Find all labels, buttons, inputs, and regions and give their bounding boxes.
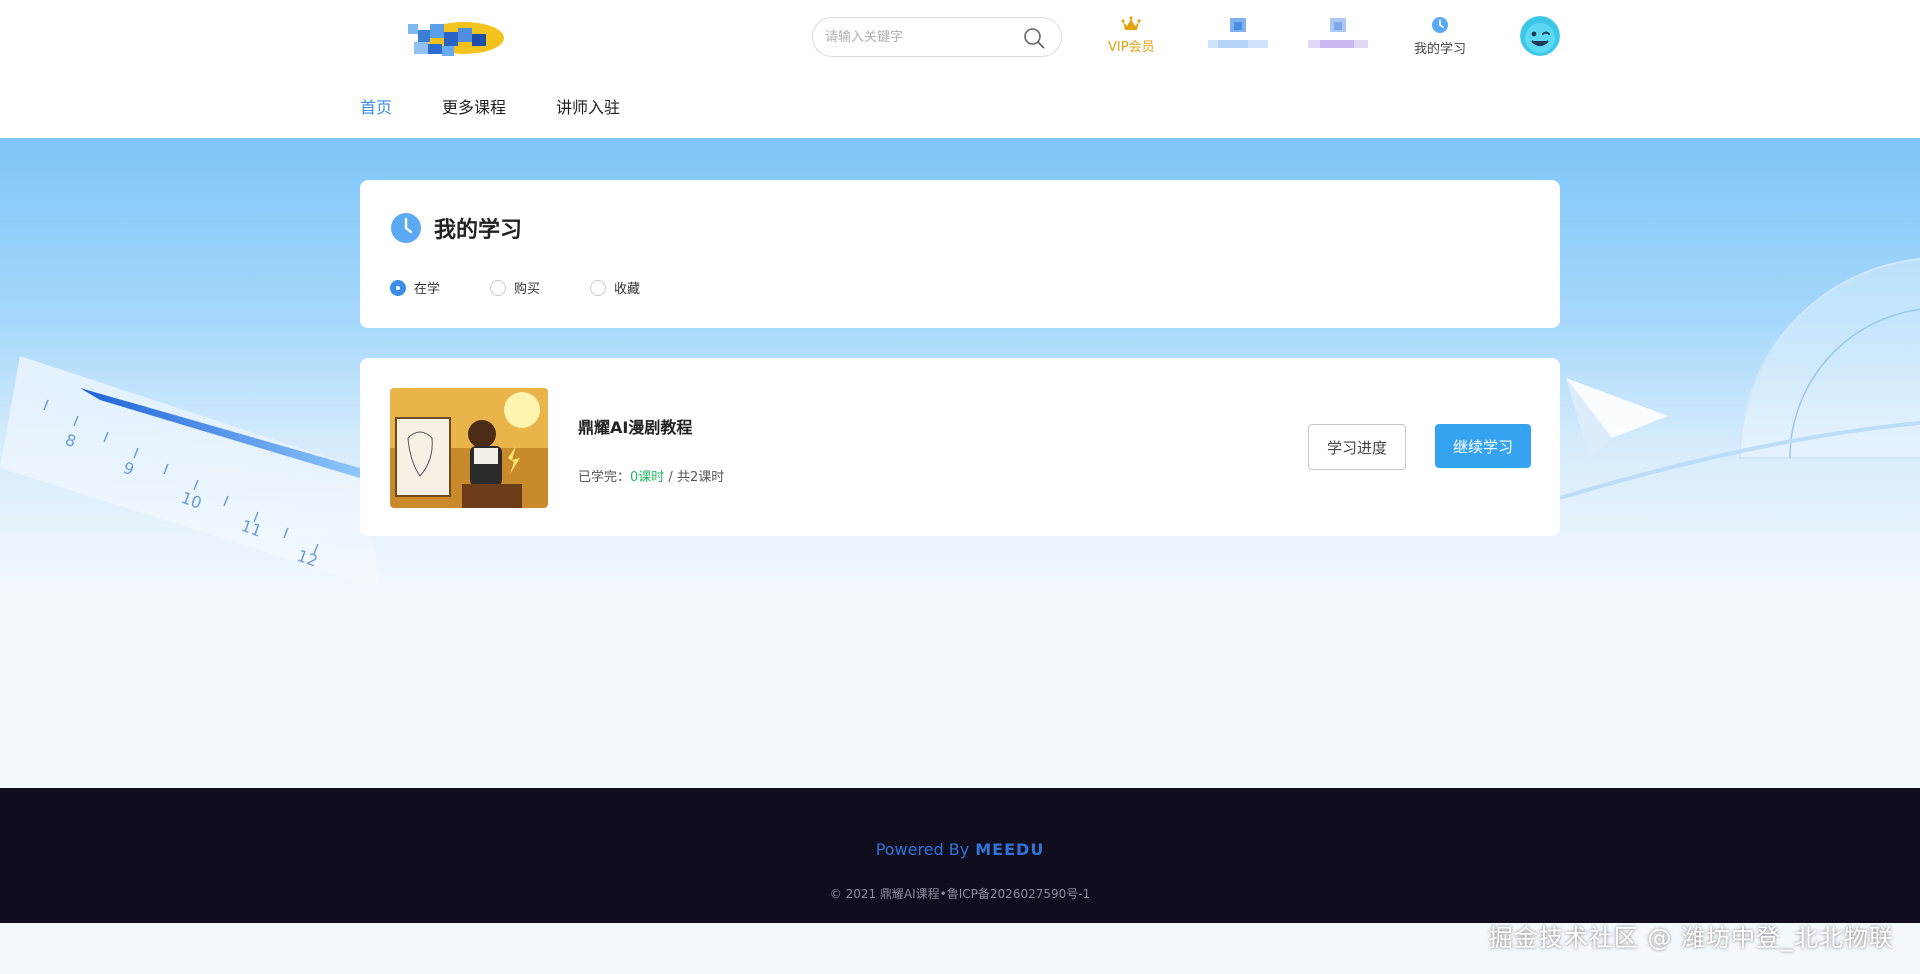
progress-total: 共2课时 [676, 470, 725, 485]
header-link-blurred-2[interactable] [1306, 16, 1370, 50]
progress-separator: / [664, 470, 677, 485]
avatar[interactable] [1520, 16, 1560, 56]
vip-label: VIP会员 [1108, 40, 1155, 55]
page-title: 我的学习 [434, 218, 523, 243]
my-study-card: 我的学习 在学 购买 收藏 [360, 180, 1560, 328]
top-header: VIP会员 我的学习 首页 更多课程 讲师入驻 [0, 0, 1920, 138]
pixelated-icon [1208, 18, 1268, 48]
powered-by-text: Powered By [875, 840, 970, 859]
radio-label: 购买 [514, 282, 541, 297]
filter-studying-radio[interactable]: 在学 [390, 278, 490, 297]
course-thumbnail[interactable] [390, 388, 548, 508]
study-filter-group: 在学 购买 收藏 [390, 278, 690, 297]
crown-icon [1121, 16, 1141, 30]
radio-dot[interactable] [490, 279, 506, 296]
clock-icon [391, 213, 421, 243]
nav-home[interactable]: 首页 [360, 94, 392, 118]
search-icon[interactable] [1023, 27, 1045, 49]
brand-logo[interactable]: MEEDU [975, 840, 1044, 859]
pixelated-icon [1308, 18, 1368, 48]
progress-done: 0课时 [630, 470, 665, 485]
footer: Powered By MEEDU © 2021 鼎耀AI课程•鲁ICP备20260… [0, 788, 1920, 923]
nav-more-courses[interactable]: 更多课程 [442, 94, 506, 118]
search-box[interactable] [812, 17, 1062, 57]
clock-icon [1432, 17, 1448, 33]
filter-purchased-radio[interactable]: 购买 [490, 278, 590, 297]
powered-by: Powered By MEEDU [0, 840, 1920, 859]
radio-dot[interactable] [390, 279, 406, 296]
my-study-label: 我的学习 [1414, 42, 1467, 57]
filter-favorites-radio[interactable]: 收藏 [590, 278, 690, 297]
main-nav: 首页 更多课程 讲师入驻 [360, 94, 620, 118]
radio-label: 在学 [414, 282, 441, 297]
my-study-link[interactable]: 我的学习 [1414, 16, 1466, 57]
vip-member-link[interactable]: VIP会员 [1108, 16, 1155, 55]
watermark: 掘金技术社区 @ 潍坊中登_北北物联 [1488, 924, 1894, 952]
progress-prefix: 已学完： [578, 470, 631, 485]
radio-dot[interactable] [590, 279, 606, 296]
copyright: © 2021 鼎耀AI课程•鲁ICP备2026027590号-1 [829, 887, 1091, 901]
radio-label: 收藏 [614, 282, 641, 297]
course-title[interactable]: 鼎耀AI漫剧教程 [578, 414, 692, 438]
header-link-blurred-1[interactable] [1206, 16, 1270, 50]
site-logo[interactable] [404, 16, 506, 60]
study-progress-button[interactable]: 学习进度 [1308, 424, 1406, 470]
course-progress: 已学完：0课时 / 共2课时 [578, 466, 724, 485]
nav-instructor-join[interactable]: 讲师入驻 [556, 94, 620, 118]
course-item: 鼎耀AI漫剧教程 已学完：0课时 / 共2课时 学习进度 继续学习 [360, 358, 1560, 536]
search-input[interactable] [825, 27, 1015, 47]
continue-study-button[interactable]: 继续学习 [1435, 424, 1531, 468]
